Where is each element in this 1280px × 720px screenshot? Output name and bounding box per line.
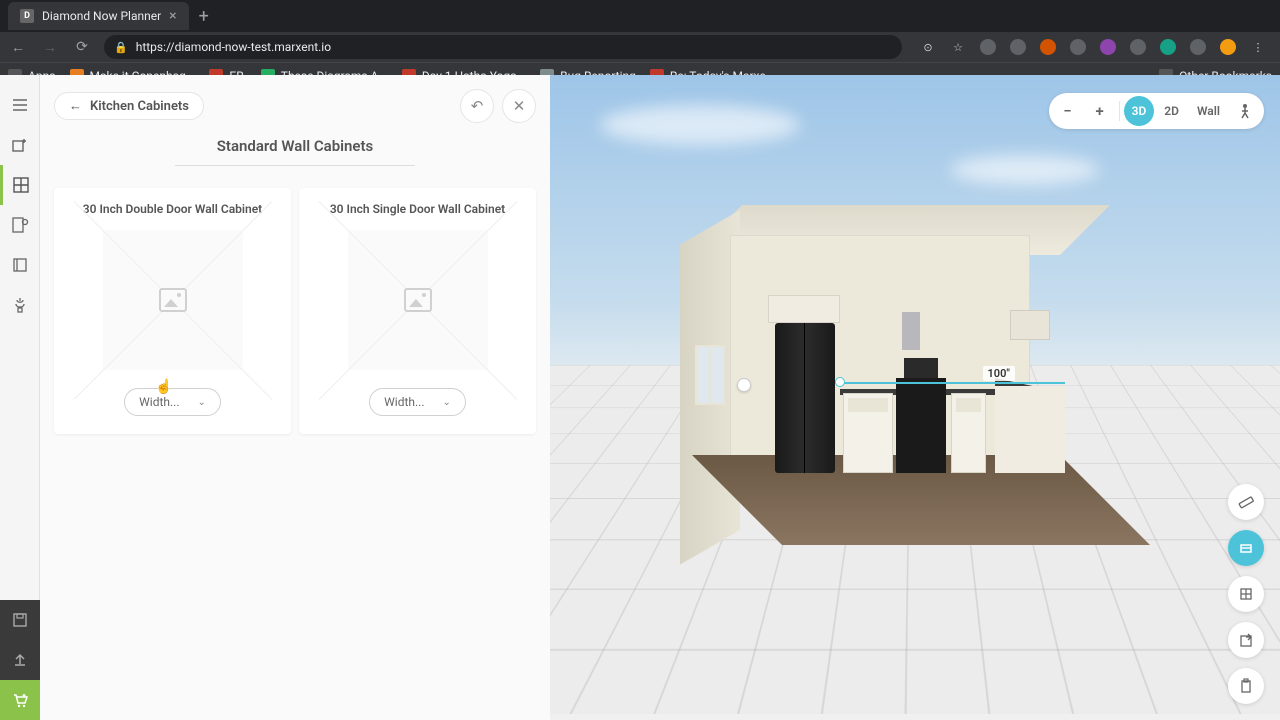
tab-bar: D Diamond Now Planner × +	[0, 0, 1280, 32]
export-button[interactable]	[1228, 622, 1264, 658]
arrow-left-icon: ←	[69, 98, 82, 114]
decor-button[interactable]	[0, 285, 40, 325]
appliances-button[interactable]	[0, 205, 40, 245]
range-hood	[902, 312, 920, 350]
chevron-down-icon: ⌄	[197, 397, 205, 408]
snap-button[interactable]	[1228, 530, 1264, 566]
image-placeholder-icon	[348, 230, 488, 370]
cart-button[interactable]	[0, 680, 40, 720]
share-button[interactable]	[0, 640, 40, 680]
width-label: Width...	[384, 395, 424, 409]
walkthrough-button[interactable]	[1230, 96, 1260, 126]
cloud-decoration	[950, 155, 1100, 185]
view-wall-button[interactable]: Wall	[1189, 96, 1228, 126]
left-rail	[0, 75, 40, 720]
stove	[896, 378, 946, 473]
menu-icon[interactable]: ⋮	[1250, 39, 1266, 55]
view-3d-button[interactable]: 3D	[1124, 96, 1155, 126]
ext-icon-3[interactable]	[1040, 39, 1056, 55]
upper-cabinet	[768, 295, 840, 323]
dimension-label: 100"	[983, 366, 1015, 381]
zoom-in-button[interactable]: +	[1085, 96, 1115, 126]
catalog-panel: ← Kitchen Cabinets ↶ ✕ Standard Wall Cab…	[40, 75, 550, 720]
cursor-icon: ☝	[155, 379, 172, 395]
new-tab-button[interactable]: +	[189, 6, 219, 27]
ext-icon-8[interactable]	[1190, 39, 1206, 55]
dimension-line: 100"	[840, 382, 1065, 384]
product-title: 30 Inch Double Door Wall Cabinet	[64, 202, 281, 216]
3d-viewport[interactable]: 100" − + 3D 2D Wall	[550, 75, 1280, 720]
measure-button[interactable]	[1228, 484, 1264, 520]
ext-icon-6[interactable]	[1130, 39, 1146, 55]
viewport-tools	[1228, 484, 1264, 704]
view-2d-button[interactable]: 2D	[1156, 96, 1187, 126]
translate-icon[interactable]: ⊙	[920, 39, 936, 55]
url-field[interactable]: 🔒 https://diamond-now-test.marxent.io	[104, 35, 902, 59]
width-select[interactable]: Width... ⌄	[369, 388, 466, 416]
profile-avatar[interactable]	[1220, 39, 1236, 55]
back-button[interactable]: ←	[8, 39, 28, 56]
fixtures-button[interactable]	[0, 245, 40, 285]
browser-tab[interactable]: D Diamond Now Planner ×	[8, 2, 189, 30]
panel-title: Standard Wall Cabinets	[54, 137, 536, 176]
undo-button[interactable]: ↶	[460, 89, 494, 123]
address-bar: ← → ⟳ 🔒 https://diamond-now-test.marxent…	[0, 32, 1280, 62]
cloud-decoration	[600, 105, 800, 145]
refrigerator	[775, 323, 835, 473]
tab-favicon: D	[20, 9, 34, 23]
chevron-down-icon: ⌄	[442, 397, 450, 408]
dimension-endpoint[interactable]	[835, 377, 845, 387]
add-room-button[interactable]	[0, 125, 40, 165]
ext-icon-5[interactable]	[1100, 39, 1116, 55]
image-placeholder-icon	[103, 230, 243, 370]
base-cabinet	[951, 393, 986, 473]
view-controls: − + 3D 2D Wall	[1049, 93, 1264, 129]
forward-button[interactable]: →	[40, 39, 60, 56]
menu-button[interactable]	[0, 85, 40, 125]
clipboard-button[interactable]	[1228, 668, 1264, 704]
layers-button[interactable]	[1228, 576, 1264, 612]
close-tab-icon[interactable]: ×	[169, 8, 176, 24]
save-button[interactable]	[0, 600, 40, 640]
window	[695, 345, 725, 405]
room-model: 100"	[680, 205, 1060, 545]
cabinets-button[interactable]	[0, 165, 40, 205]
product-card[interactable]: 30 Inch Single Door Wall Cabinet Width..…	[299, 188, 536, 434]
zoom-out-button[interactable]: −	[1053, 96, 1083, 126]
width-select[interactable]: Width... ⌄ ☝	[124, 388, 221, 416]
base-cabinet	[843, 393, 893, 473]
product-title: 30 Inch Single Door Wall Cabinet	[309, 202, 526, 216]
width-label: Width...	[139, 395, 179, 409]
wall-cabinet	[1010, 310, 1050, 340]
control-handle[interactable]	[737, 378, 751, 392]
product-card[interactable]: 30 Inch Double Door Wall Cabinet Width..…	[54, 188, 291, 434]
lock-icon: 🔒	[114, 41, 128, 54]
tab-title: Diamond Now Planner	[42, 9, 161, 23]
close-panel-button[interactable]: ✕	[502, 89, 536, 123]
star-icon[interactable]: ☆	[950, 39, 966, 55]
back-button[interactable]: ← Kitchen Cabinets	[54, 92, 204, 120]
url-text: https://diamond-now-test.marxent.io	[136, 40, 331, 54]
counter-island	[995, 378, 1065, 473]
ext-icon-7[interactable]	[1160, 39, 1176, 55]
ext-icon-2[interactable]	[1010, 39, 1026, 55]
ext-icon-4[interactable]	[1070, 39, 1086, 55]
back-label: Kitchen Cabinets	[90, 99, 189, 114]
ext-icon-1[interactable]	[980, 39, 996, 55]
reload-button[interactable]: ⟳	[72, 39, 92, 55]
